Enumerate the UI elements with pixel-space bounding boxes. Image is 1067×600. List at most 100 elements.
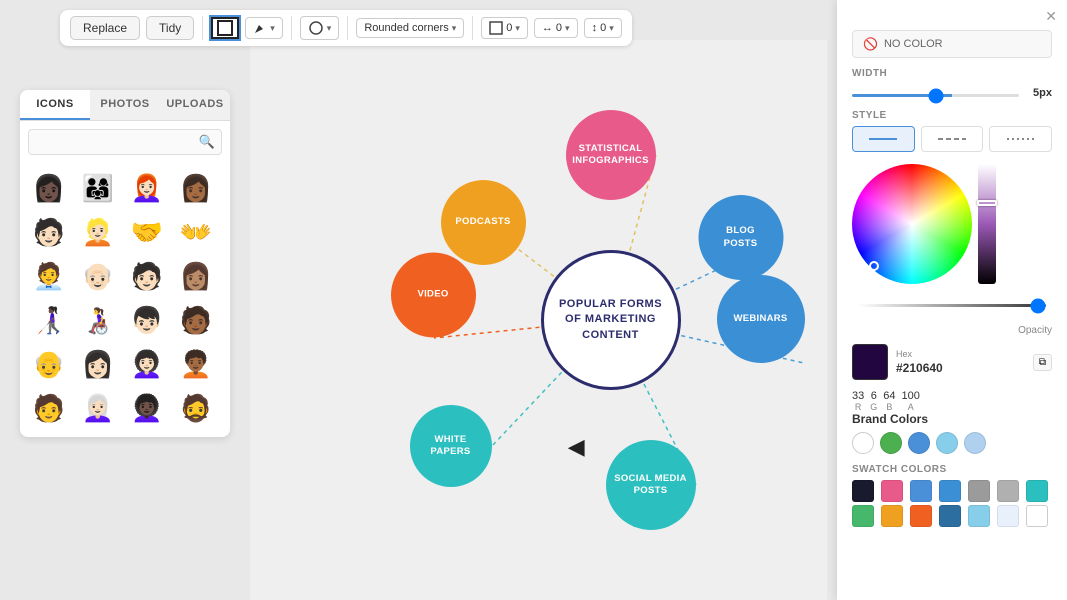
rect-icon	[217, 20, 233, 36]
icon-cell[interactable]: 👴	[28, 343, 70, 385]
icon-cell[interactable]: 🧑🏻	[28, 211, 70, 253]
swatch-color-cell[interactable]	[939, 480, 961, 502]
tab-uploads[interactable]: UPLOADS	[160, 90, 230, 120]
icon-cell[interactable]: 👩🏿	[28, 167, 70, 209]
node-social[interactable]: SOCIAL MEDIAPOSTS	[606, 440, 696, 530]
divider-4	[472, 16, 473, 40]
vspace-icon: ↕	[592, 22, 598, 34]
swatch-color-cell[interactable]	[910, 480, 932, 502]
brand-color-swatch[interactable]	[908, 432, 930, 454]
b-value: 64	[883, 390, 895, 402]
center-node[interactable]: POPULAR FORMSOF MARKETINGCONTENT	[541, 250, 681, 390]
node-webinars[interactable]: WEBINARS	[717, 275, 805, 363]
swatch-color-cell[interactable]	[997, 480, 1019, 502]
swatch-color-cell[interactable]	[852, 505, 874, 527]
style-dotted[interactable]	[989, 126, 1052, 152]
rounded-corners-label: Rounded corners	[364, 22, 448, 34]
opacity-slider[interactable]	[858, 304, 1046, 307]
opacity-slider-container	[858, 294, 1046, 312]
swatch-grid	[852, 480, 1052, 527]
icon-cell[interactable]: 🧑🏾‍🦱	[175, 343, 217, 385]
node-statistical-text: STATISTICALINFOGRAPHICS	[572, 143, 648, 168]
no-color-bar[interactable]: 🚫 NO COLOR	[852, 30, 1052, 58]
copy-hex-button[interactable]: ⧉	[1033, 354, 1052, 371]
width-slider[interactable]	[852, 94, 1019, 97]
vspace-val: 0	[600, 22, 606, 34]
tab-photos[interactable]: PHOTOS	[90, 90, 160, 120]
icon-cell[interactable]: 👐	[175, 211, 217, 253]
r-value: 33	[852, 390, 864, 402]
search-input[interactable]	[28, 129, 222, 155]
icon-cell[interactable]: 🧑‍💼	[28, 255, 70, 297]
pen-icon	[253, 21, 267, 35]
shape-rect-selector[interactable]	[211, 17, 239, 39]
rect-style-dropdown[interactable]: 0 ▾	[481, 17, 528, 39]
width-label: WIDTH	[852, 68, 1052, 79]
node-video[interactable]: VIDEO	[391, 253, 476, 338]
divider-1	[202, 16, 203, 40]
divider-2	[291, 16, 292, 40]
rgba-g: 6 G	[870, 390, 877, 412]
brand-color-swatch[interactable]	[936, 432, 958, 454]
width-slider-container	[852, 84, 1019, 102]
icon-cell[interactable]: 👩🏻	[77, 343, 119, 385]
icon-cell[interactable]: 👩🏻‍🦰	[126, 167, 168, 209]
shape-circle-dropdown[interactable]: ▾	[300, 16, 340, 40]
color-wheel-cursor	[869, 261, 879, 271]
icon-cell[interactable]: 👩🏿‍🦱	[126, 387, 168, 429]
brand-color-swatch[interactable]	[964, 432, 986, 454]
replace-button[interactable]: Replace	[70, 16, 140, 40]
swatch-color-cell[interactable]	[1026, 505, 1048, 527]
brand-color-swatch[interactable]	[852, 432, 874, 454]
icon-cell[interactable]: 🧑	[28, 387, 70, 429]
icon-cell[interactable]: 🧑🏻	[126, 255, 168, 297]
divider-3	[347, 16, 348, 40]
style-dashed[interactable]	[921, 126, 984, 152]
hspace-dropdown[interactable]: ↔ 0 ▾	[534, 18, 578, 38]
swatch-color-cell[interactable]	[1026, 480, 1048, 502]
color-swatch-large[interactable]	[852, 344, 888, 380]
swatch-color-cell[interactable]	[968, 480, 990, 502]
vspace-dropdown[interactable]: ↕ 0 ▾	[584, 18, 622, 38]
close-button[interactable]: ✕	[1045, 8, 1057, 25]
swatch-color-cell[interactable]	[881, 505, 903, 527]
icon-cell[interactable]: 👴🏻	[77, 255, 119, 297]
color-wheel-wrapper	[852, 164, 972, 284]
swatch-color-cell[interactable]	[881, 480, 903, 502]
node-podcasts[interactable]: PODCASTS	[441, 180, 526, 265]
hspace-icon: ↔	[542, 22, 553, 34]
chevron-down-icon: ▾	[565, 23, 570, 34]
icon-cell[interactable]: 👱🏻	[77, 211, 119, 253]
color-spectrum[interactable]	[978, 164, 996, 284]
icon-cell[interactable]: 🧔	[175, 387, 217, 429]
swatch-color-cell[interactable]	[968, 505, 990, 527]
icon-cell[interactable]: 🤝	[126, 211, 168, 253]
node-white-papers[interactable]: WHITEPAPERS	[410, 405, 492, 487]
icon-cell[interactable]: 👩🏻‍🦳	[77, 387, 119, 429]
icon-cell[interactable]: 👩🏻‍🦱	[126, 343, 168, 385]
node-blog[interactable]: BLOGPOSTS	[698, 195, 783, 280]
node-statistical[interactable]: STATISTICALINFOGRAPHICS	[566, 110, 656, 200]
swatch-color-cell[interactable]	[939, 505, 961, 527]
chevron-down-icon: ▾	[270, 23, 275, 34]
canvas[interactable]: POPULAR FORMSOF MARKETINGCONTENT STATIST…	[250, 40, 827, 600]
style-solid[interactable]	[852, 126, 915, 152]
icon-cell[interactable]: 👩🏾	[175, 167, 217, 209]
icon-cell[interactable]: 👩🏿‍🦯	[28, 299, 70, 341]
icon-cell[interactable]: 👩🏽	[175, 255, 217, 297]
swatch-colors-section: SWATCH COLORS	[852, 464, 1052, 527]
swatch-color-cell[interactable]	[997, 505, 1019, 527]
swatch-color-cell[interactable]	[910, 505, 932, 527]
rounded-corners-dropdown[interactable]: Rounded corners ▾	[356, 18, 464, 38]
tidy-button[interactable]: Tidy	[146, 16, 194, 40]
icon-cell[interactable]: 👨‍👩‍👧	[77, 167, 119, 209]
pen-tool-dropdown[interactable]: ▾	[245, 17, 283, 39]
width-val: 0	[506, 22, 512, 34]
brand-color-swatch[interactable]	[880, 432, 902, 454]
brand-colors-label: Brand Colors	[852, 412, 1052, 426]
tab-icons[interactable]: ICONS	[20, 90, 90, 120]
swatch-color-cell[interactable]	[852, 480, 874, 502]
icon-cell[interactable]: 🧑🏾	[175, 299, 217, 341]
icon-cell[interactable]: 👦🏻	[126, 299, 168, 341]
icon-cell[interactable]: 👩‍🦽	[77, 299, 119, 341]
